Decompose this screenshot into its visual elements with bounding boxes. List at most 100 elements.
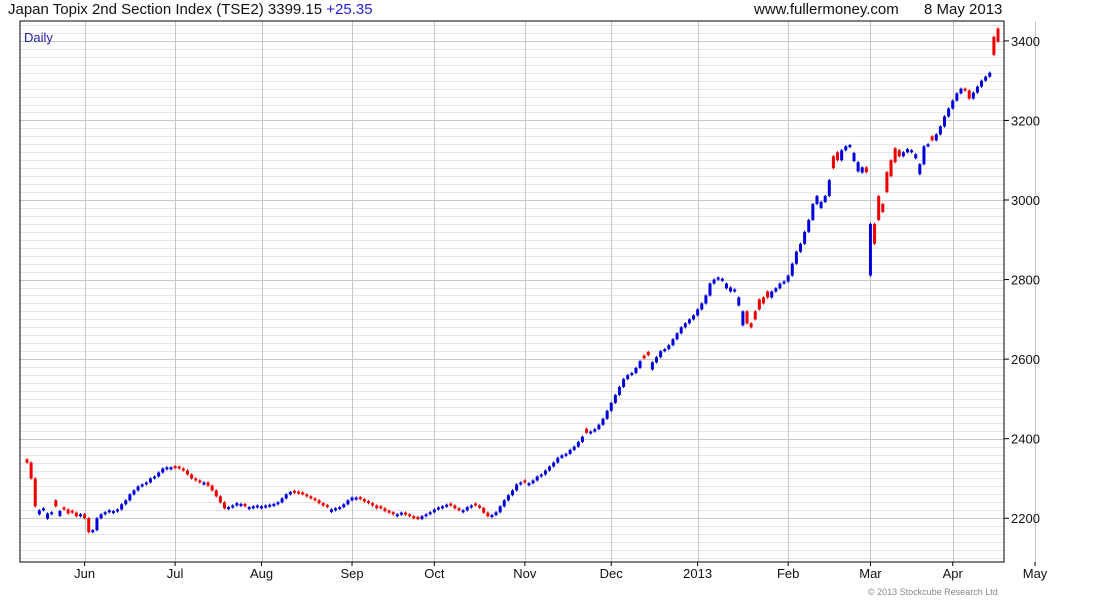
candle-body-down	[992, 36, 996, 55]
candle-body-down	[321, 503, 325, 506]
candle-body-up	[914, 154, 918, 159]
candle-body-up	[502, 500, 506, 507]
candle-body-down	[757, 299, 761, 310]
candle-body-up	[955, 93, 959, 101]
candle-body-up	[436, 507, 440, 510]
candle-body-down	[297, 491, 301, 494]
candle-body-down	[930, 136, 934, 141]
candle-body-up	[975, 86, 979, 93]
candle-body-up	[560, 455, 564, 458]
candle-body-down	[83, 514, 87, 519]
x-tick-label: Feb	[777, 566, 799, 581]
candle-body-up	[564, 453, 568, 456]
candle-body-up	[247, 507, 251, 510]
candle-body-up	[848, 145, 852, 148]
candle-body-up	[737, 297, 741, 306]
candle-body-down	[181, 468, 185, 471]
candle-body-up	[675, 333, 679, 340]
candle-body-down	[766, 291, 770, 298]
candle-body-down	[375, 505, 379, 509]
candle-body-down	[478, 505, 482, 508]
candle-body-down	[753, 311, 757, 320]
candle-body-up	[786, 275, 790, 282]
candle-body-up	[342, 504, 346, 508]
candle-body-up	[445, 504, 449, 507]
candle-body-down	[482, 507, 486, 513]
candle-body-down	[222, 502, 226, 509]
candle-body-up	[671, 339, 675, 346]
candle-body-up	[741, 311, 745, 326]
candle-body-down	[412, 516, 416, 519]
candle-body-up	[276, 502, 280, 505]
period-label: Daily	[24, 30, 53, 45]
candle-body-up	[708, 283, 712, 296]
candle-body-up	[288, 491, 292, 495]
candle-body-down	[416, 517, 420, 520]
candle-body-down	[74, 512, 78, 517]
candle-body-down	[457, 508, 461, 511]
candle-body-down	[486, 512, 490, 517]
candle-body-up	[95, 518, 99, 531]
candle-body-up	[136, 486, 140, 491]
candle-body-up	[527, 483, 531, 486]
candle-body-down	[185, 470, 189, 475]
candle-body-up	[663, 349, 667, 352]
candle-body-up	[543, 470, 547, 475]
y-tick-label: 2200	[1011, 511, 1040, 526]
candle-body-down	[877, 196, 881, 220]
candle-body-down	[70, 510, 74, 513]
candle-body-up	[153, 476, 157, 479]
candle-body-down	[383, 508, 387, 512]
candle-body-up	[613, 394, 617, 403]
candle-body-down	[642, 355, 646, 359]
candle-body-up	[128, 494, 132, 501]
candle-body-up	[268, 504, 272, 507]
candle-body-down	[379, 506, 383, 509]
candle-body-up	[354, 497, 358, 500]
candle-body-down	[317, 500, 321, 504]
candle-body-up	[120, 504, 124, 510]
x-tick-label: Mar	[859, 566, 882, 581]
candle-body-down	[177, 466, 181, 469]
candle-body-down	[408, 514, 412, 517]
candle-body-up	[231, 505, 235, 508]
candle-body-down	[190, 474, 194, 479]
candle-body-down	[646, 351, 650, 356]
candle-body-up	[926, 144, 930, 147]
candle-body-up	[280, 498, 284, 503]
candle-body-down	[358, 497, 362, 500]
candle-body-up	[922, 146, 926, 165]
x-tick-label: Jun	[74, 566, 95, 581]
candle-body-down	[749, 323, 753, 328]
candle-body-down	[210, 485, 214, 491]
candle-body-down	[963, 88, 967, 91]
candle-body-down	[54, 500, 58, 507]
candle-body-down	[33, 478, 37, 507]
candle-body-up	[815, 196, 819, 204]
candle-body-up	[910, 150, 914, 153]
candle-body-up	[716, 277, 720, 280]
candle-body-down	[453, 505, 457, 509]
candle-body-up	[338, 507, 342, 510]
candle-body-up	[37, 510, 41, 515]
candle-body-down	[831, 156, 835, 169]
x-tick-label: Dec	[600, 566, 624, 581]
candle-body-up	[465, 507, 469, 511]
price-chart: Daily 2200240026002800300032003400 Jun Ju…	[19, 20, 1048, 581]
candle-body-up	[733, 289, 737, 292]
candle-body-up	[576, 441, 580, 447]
candle-body-down	[745, 311, 749, 324]
candle-body-up	[395, 514, 399, 517]
x-tick-label: Aug	[250, 566, 273, 581]
candle-body-down	[897, 150, 901, 157]
candle-body-up	[630, 373, 634, 376]
candle-body-up	[659, 351, 663, 358]
candle-body-up	[511, 490, 514, 496]
candle-body-up	[712, 279, 716, 284]
candle-body-up	[778, 283, 782, 289]
candle-body-down	[366, 501, 370, 504]
y-axis-labels: 2200 2400 2600 2800 3000 3200 3400	[1004, 34, 1040, 526]
candle-body-down	[29, 462, 33, 479]
candle-body-up	[593, 429, 597, 432]
candle-body-up	[790, 263, 794, 276]
